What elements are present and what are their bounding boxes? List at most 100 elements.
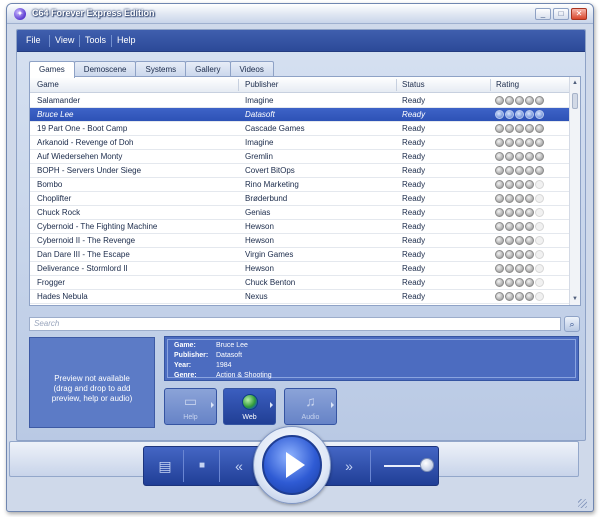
rating-star-icon[interactable] bbox=[535, 124, 544, 133]
rating-star-icon[interactable] bbox=[525, 194, 534, 203]
rating-star-icon[interactable] bbox=[495, 278, 504, 287]
rating-star-icon[interactable] bbox=[495, 222, 504, 231]
maximize-button[interactable]: □ bbox=[553, 8, 569, 20]
rating-star-icon[interactable] bbox=[515, 124, 524, 133]
rating-star-icon[interactable] bbox=[515, 152, 524, 161]
rating-star-icon[interactable] bbox=[495, 264, 504, 273]
preview-panel[interactable]: Preview not available (drag and drop to … bbox=[29, 337, 155, 428]
rating-star-icon[interactable] bbox=[505, 166, 514, 175]
tab-systems[interactable]: Systems bbox=[135, 61, 187, 77]
rating-star-icon[interactable] bbox=[535, 152, 544, 161]
table-row[interactable]: Bombo Rino Marketing Ready bbox=[30, 178, 570, 192]
tab-gallery[interactable]: Gallery bbox=[185, 61, 231, 77]
resize-grip-icon[interactable] bbox=[578, 499, 587, 508]
rating-star-icon[interactable] bbox=[535, 250, 544, 259]
rating-star-icon[interactable] bbox=[505, 208, 514, 217]
minimize-button[interactable]: _ bbox=[535, 8, 551, 20]
volume-knob[interactable] bbox=[420, 458, 434, 472]
cell-rating[interactable] bbox=[495, 96, 565, 105]
tab-games[interactable]: Games bbox=[29, 61, 75, 78]
rating-star-icon[interactable] bbox=[495, 124, 504, 133]
search-button[interactable]: ⌕ bbox=[564, 316, 580, 332]
rating-star-icon[interactable] bbox=[515, 180, 524, 189]
rating-star-icon[interactable] bbox=[515, 292, 524, 301]
column-divider[interactable] bbox=[238, 79, 239, 91]
rating-star-icon[interactable] bbox=[535, 96, 544, 105]
rating-star-icon[interactable] bbox=[515, 278, 524, 287]
rating-star-icon[interactable] bbox=[505, 124, 514, 133]
menu-help[interactable]: Help bbox=[117, 35, 136, 45]
audio-button[interactable]: ♫ Audio bbox=[284, 388, 337, 425]
cell-rating[interactable] bbox=[495, 180, 565, 189]
volume-slider[interactable] bbox=[384, 465, 422, 467]
rating-star-icon[interactable] bbox=[515, 208, 524, 217]
rating-star-icon[interactable] bbox=[515, 250, 524, 259]
table-row[interactable]: Cybernoid - The Fighting Machine Hewson Re… bbox=[30, 220, 570, 234]
rating-star-icon[interactable] bbox=[515, 264, 524, 273]
cell-rating[interactable] bbox=[495, 236, 565, 245]
rating-star-icon[interactable] bbox=[515, 138, 524, 147]
rating-star-icon[interactable] bbox=[525, 292, 534, 301]
menu-view[interactable]: View bbox=[55, 35, 74, 45]
cell-rating[interactable] bbox=[495, 166, 565, 175]
scroll-up-icon[interactable]: ▲ bbox=[571, 78, 579, 88]
cell-rating[interactable] bbox=[495, 124, 565, 133]
cell-rating[interactable] bbox=[495, 264, 565, 273]
column-header-game[interactable]: Game bbox=[37, 80, 59, 89]
rating-star-icon[interactable] bbox=[515, 194, 524, 203]
close-button[interactable]: ✕ bbox=[571, 8, 587, 20]
rating-star-icon[interactable] bbox=[505, 292, 514, 301]
rating-star-icon[interactable] bbox=[495, 208, 504, 217]
rating-star-icon[interactable] bbox=[525, 166, 534, 175]
rating-star-icon[interactable] bbox=[525, 236, 534, 245]
table-row[interactable]: Cybernoid II - The Revenge Hewson Ready bbox=[30, 234, 570, 248]
rating-star-icon[interactable] bbox=[515, 166, 524, 175]
rating-star-icon[interactable] bbox=[505, 96, 514, 105]
rating-star-icon[interactable] bbox=[495, 166, 504, 175]
rating-star-icon[interactable] bbox=[535, 180, 544, 189]
title-bar[interactable]: ✦ C64 Forever Express Edition _ □ ✕ bbox=[7, 4, 593, 24]
table-row[interactable]: Arkanoid - Revenge of Doh Imagine Ready bbox=[30, 136, 570, 150]
machine-icon[interactable]: ▤ bbox=[148, 449, 182, 483]
menu-tools[interactable]: Tools bbox=[85, 35, 106, 45]
help-button[interactable]: ▭ Help bbox=[164, 388, 217, 425]
rating-star-icon[interactable] bbox=[525, 278, 534, 287]
table-row[interactable]: Chuck Rock Genias Ready bbox=[30, 206, 570, 220]
vertical-scrollbar[interactable]: ▲ ▼ bbox=[569, 77, 580, 305]
rating-star-icon[interactable] bbox=[505, 152, 514, 161]
rating-star-icon[interactable] bbox=[535, 264, 544, 273]
rating-star-icon[interactable] bbox=[505, 264, 514, 273]
stop-icon[interactable]: ■ bbox=[186, 449, 218, 483]
rating-star-icon[interactable] bbox=[495, 152, 504, 161]
column-divider[interactable] bbox=[396, 79, 397, 91]
rating-star-icon[interactable] bbox=[495, 110, 504, 119]
rating-star-icon[interactable] bbox=[515, 222, 524, 231]
rating-star-icon[interactable] bbox=[515, 96, 524, 105]
rating-star-icon[interactable] bbox=[505, 180, 514, 189]
rating-star-icon[interactable] bbox=[525, 96, 534, 105]
rating-star-icon[interactable] bbox=[505, 278, 514, 287]
rating-star-icon[interactable] bbox=[525, 124, 534, 133]
rating-star-icon[interactable] bbox=[505, 250, 514, 259]
column-header-rating[interactable]: Rating bbox=[496, 80, 519, 89]
play-icon[interactable] bbox=[286, 452, 305, 478]
column-header-publisher[interactable]: Publisher bbox=[245, 80, 278, 89]
scroll-thumb[interactable] bbox=[572, 93, 578, 109]
rating-star-icon[interactable] bbox=[535, 208, 544, 217]
cell-rating[interactable] bbox=[495, 110, 565, 119]
rating-star-icon[interactable] bbox=[505, 138, 514, 147]
rating-star-icon[interactable] bbox=[495, 250, 504, 259]
rewind-icon[interactable]: « bbox=[222, 449, 256, 483]
rating-star-icon[interactable] bbox=[525, 264, 534, 273]
rating-star-icon[interactable] bbox=[535, 222, 544, 231]
cell-rating[interactable] bbox=[495, 250, 565, 259]
rating-star-icon[interactable] bbox=[535, 166, 544, 175]
rating-star-icon[interactable] bbox=[535, 138, 544, 147]
rating-star-icon[interactable] bbox=[505, 110, 514, 119]
table-row[interactable]: Choplifter Brøderbund Ready bbox=[30, 192, 570, 206]
rating-star-icon[interactable] bbox=[535, 194, 544, 203]
rating-star-icon[interactable] bbox=[515, 236, 524, 245]
rating-star-icon[interactable] bbox=[535, 110, 544, 119]
scroll-down-icon[interactable]: ▼ bbox=[571, 294, 579, 304]
table-row[interactable]: BOPH - Servers Under Siege Covert BitOps R… bbox=[30, 164, 570, 178]
